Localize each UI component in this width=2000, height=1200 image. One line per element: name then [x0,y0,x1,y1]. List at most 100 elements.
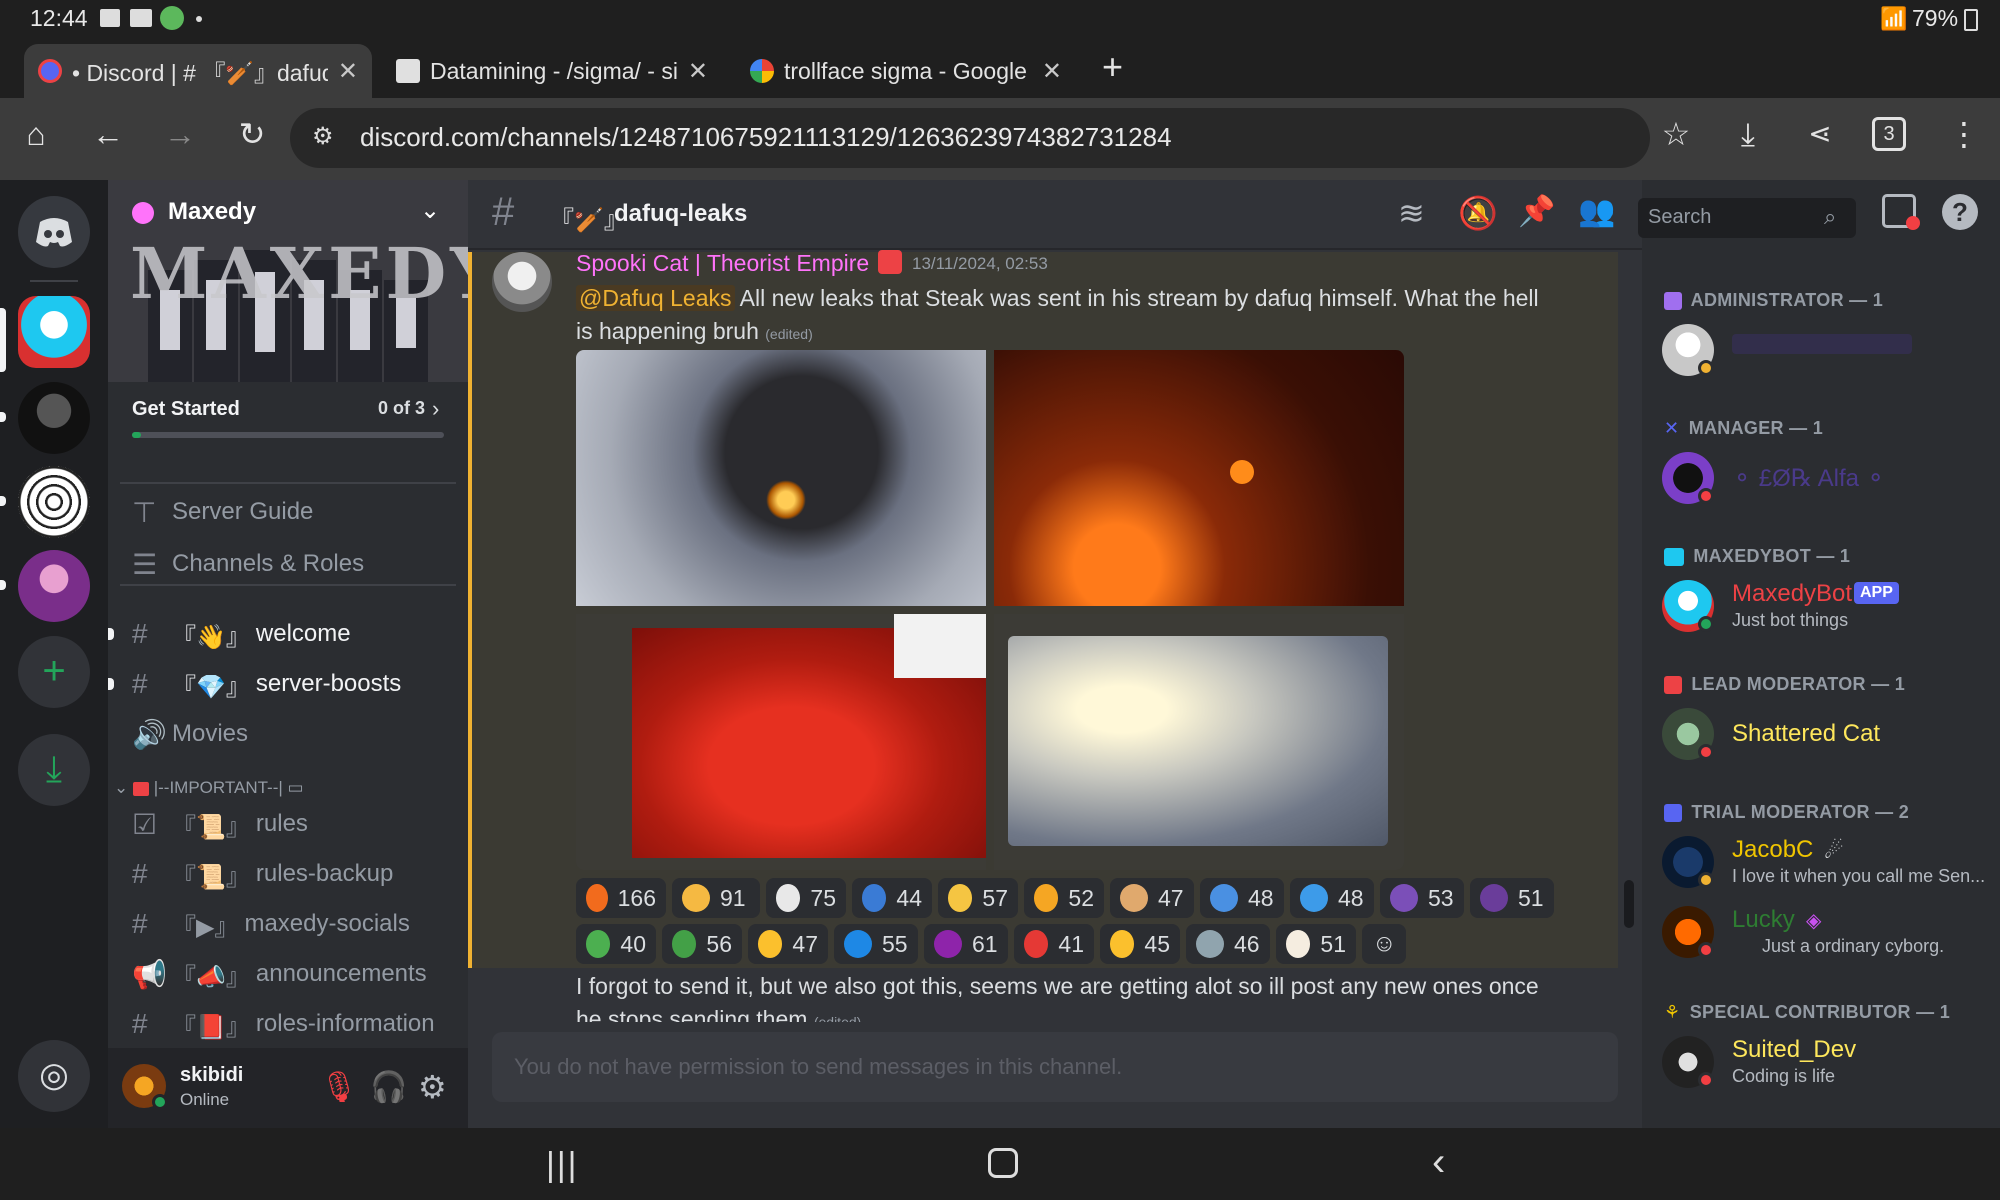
reaction-purple-monster[interactable]: 61 [924,924,1008,964]
address-bar[interactable]: ⚙ discord.com/channels/12487106759211131… [290,108,1650,168]
download-apps-icon[interactable]: ⤓ [18,734,90,806]
reaction-count: 52 [1068,884,1094,911]
close-icon[interactable]: ✕ [338,57,358,86]
pin-icon[interactable]: 📌 [1518,194,1555,229]
reaction-sunglasses[interactable]: 47 [748,924,828,964]
scrollbar-thumb[interactable] [1624,880,1634,928]
threads-icon[interactable]: ≋ [1398,194,1425,232]
ticket-icon: ▭ [287,778,304,797]
battery-level: 79% [1912,5,1959,31]
forward-icon[interactable]: → [160,114,200,154]
channel-maxedy-socials[interactable]: # 『▶』 maxedy-socials [132,902,410,946]
channel-announcements[interactable]: 📢 『📣』 announcements [132,952,427,996]
reaction-exploding-head[interactable]: 91 [672,878,760,918]
close-icon[interactable]: ✕ [1042,57,1062,86]
author-avatar[interactable] [492,252,552,312]
reaction-turtle[interactable]: 40 [576,924,656,964]
reload-icon[interactable]: ↻ [232,114,272,154]
tab-datamining[interactable]: Datamining - /sigma/ - si ✕ [382,44,722,98]
reaction-skull[interactable]: 75 [766,878,846,918]
search-box[interactable]: Search ⌕ [1638,198,1856,238]
share-icon[interactable]: ⋖ [1800,114,1840,154]
server-sketch-icon[interactable] [18,466,90,538]
channel-rules-backup[interactable]: # 『📜』 rules-backup [132,852,393,896]
reaction-purple-demon[interactable]: 53 [1380,878,1464,918]
site-favicon-icon [396,59,420,83]
channel-name: Movies [172,720,249,747]
close-icon[interactable]: ✕ [688,57,708,86]
channel-welcome[interactable]: # 『👋』 welcome [132,612,351,656]
member-name: ⚬ £Ø℞ Alfa ⚬ [1732,465,1886,492]
reaction-letter-w[interactable]: 55 [834,924,918,964]
user-mention[interactable]: @Dafuq Leaks [576,285,735,311]
url-text[interactable]: discord.com/channels/1248710675921113129… [360,122,1172,153]
reaction-angry-face[interactable]: 41 [1014,924,1094,964]
tab-switcher-button[interactable]: 3 [1872,117,1906,151]
reaction-technologist[interactable]: 47 [1110,878,1194,918]
site-settings-icon[interactable]: ⚙ [312,122,334,151]
back-icon[interactable]: ← [88,114,128,154]
browser-tab-strip: • Discord | # 『🏏』dafuq ✕ Datamining - /s… [0,38,2000,98]
add-reaction-button[interactable]: ☺ [1362,924,1406,964]
hash-icon: # [132,858,148,889]
menu-icon[interactable]: ⋮ [1944,114,1984,154]
get-started-card[interactable]: Get Started 0 of 3 › [132,396,448,468]
attachment-image-2[interactable] [994,350,1404,606]
channel-movies[interactable]: 🔊 Movies [132,712,248,756]
server-guide-item[interactable]: ⊤ Server Guide [132,490,313,534]
bookmark-star-icon[interactable]: ☆ [1656,114,1696,154]
help-icon[interactable]: ? [1942,194,1978,230]
reaction-egg[interactable]: 51 [1276,924,1356,964]
reaction-fire[interactable]: 166 [576,878,666,918]
message-author[interactable]: Spooki Cat | Theorist Empire [576,250,869,277]
username[interactable]: skibidi [180,1064,243,1087]
reaction-thumbs-up[interactable]: 45 [1100,924,1180,964]
server-tvman-icon[interactable] [18,382,90,454]
reaction-blue-cap[interactable]: 44 [852,878,932,918]
server-purple-icon[interactable] [18,550,90,622]
reaction-check-mark[interactable]: 56 [662,924,742,964]
attachment-image-4[interactable] [994,614,1404,870]
mute-mic-icon[interactable]: 🎙 [320,1070,358,1105]
hash-icon: # [492,190,515,234]
role-name: TRIAL MODERATOR — 2 [1691,802,1910,822]
tab-discord[interactable]: • Discord | # 『🏏』dafuq ✕ [24,44,372,98]
reaction-fish[interactable]: 48 [1290,878,1374,918]
category-important[interactable]: ⌄ |--IMPORTANT--| ▭ [114,778,304,798]
download-icon[interactable]: ⤓ [1728,114,1768,154]
server-maxedy-icon[interactable] [18,296,90,368]
channels-roles-item[interactable]: ☰ Channels & Roles [132,542,364,586]
settings-gear-icon[interactable]: ⚙ [418,1068,447,1106]
discord-home-icon[interactable] [18,196,90,268]
recent-apps-icon[interactable]: ||| [546,1146,579,1185]
headphones-icon[interactable]: 🎧 [370,1070,407,1105]
reaction-cheese[interactable]: 52 [1024,878,1104,918]
purple-monster-icon [934,930,962,958]
tab-google[interactable]: trollface sigma - Google S ✕ [736,44,1076,98]
notification-bell-off-icon[interactable]: 🔕 [1458,194,1498,232]
add-server-icon[interactable]: + [18,636,90,708]
server-name[interactable]: Maxedy [168,198,256,226]
back-nav-icon[interactable]: ‹ [1432,1140,1445,1185]
explore-servers-icon[interactable]: ◎ [18,1040,90,1112]
channel-name: server-boosts [255,670,402,697]
reaction-person-frame[interactable]: 46 [1186,924,1270,964]
home-nav-icon[interactable] [988,1148,1018,1178]
megaphone-icon: 📢 [132,958,167,990]
unread-dot [108,628,114,640]
attachment-image-3[interactable] [576,614,986,870]
new-tab-button[interactable]: + [1102,46,1123,88]
channel-rules[interactable]: ☑ 『📜』 rules [132,802,308,846]
reaction-blue-face[interactable]: 48 [1200,878,1284,918]
channel-server-boosts[interactable]: # 『💎』 server-boosts [132,662,401,706]
chevron-down-icon: ⌄ [114,778,129,797]
reaction-count: 55 [882,930,908,957]
reaction-purple-creature[interactable]: 51 [1470,878,1554,918]
channel-roles-information[interactable]: # 『📕』 roles-information [132,1002,435,1046]
attachment-image-1[interactable] [576,350,986,606]
rocket-icon: ☄ [1824,838,1844,863]
reaction-screaming[interactable]: 57 [938,878,1018,918]
chevron-down-icon[interactable]: ⌄ [420,196,440,225]
home-icon[interactable]: ⌂ [16,114,56,154]
member-list-icon[interactable]: 👥 [1578,194,1615,229]
